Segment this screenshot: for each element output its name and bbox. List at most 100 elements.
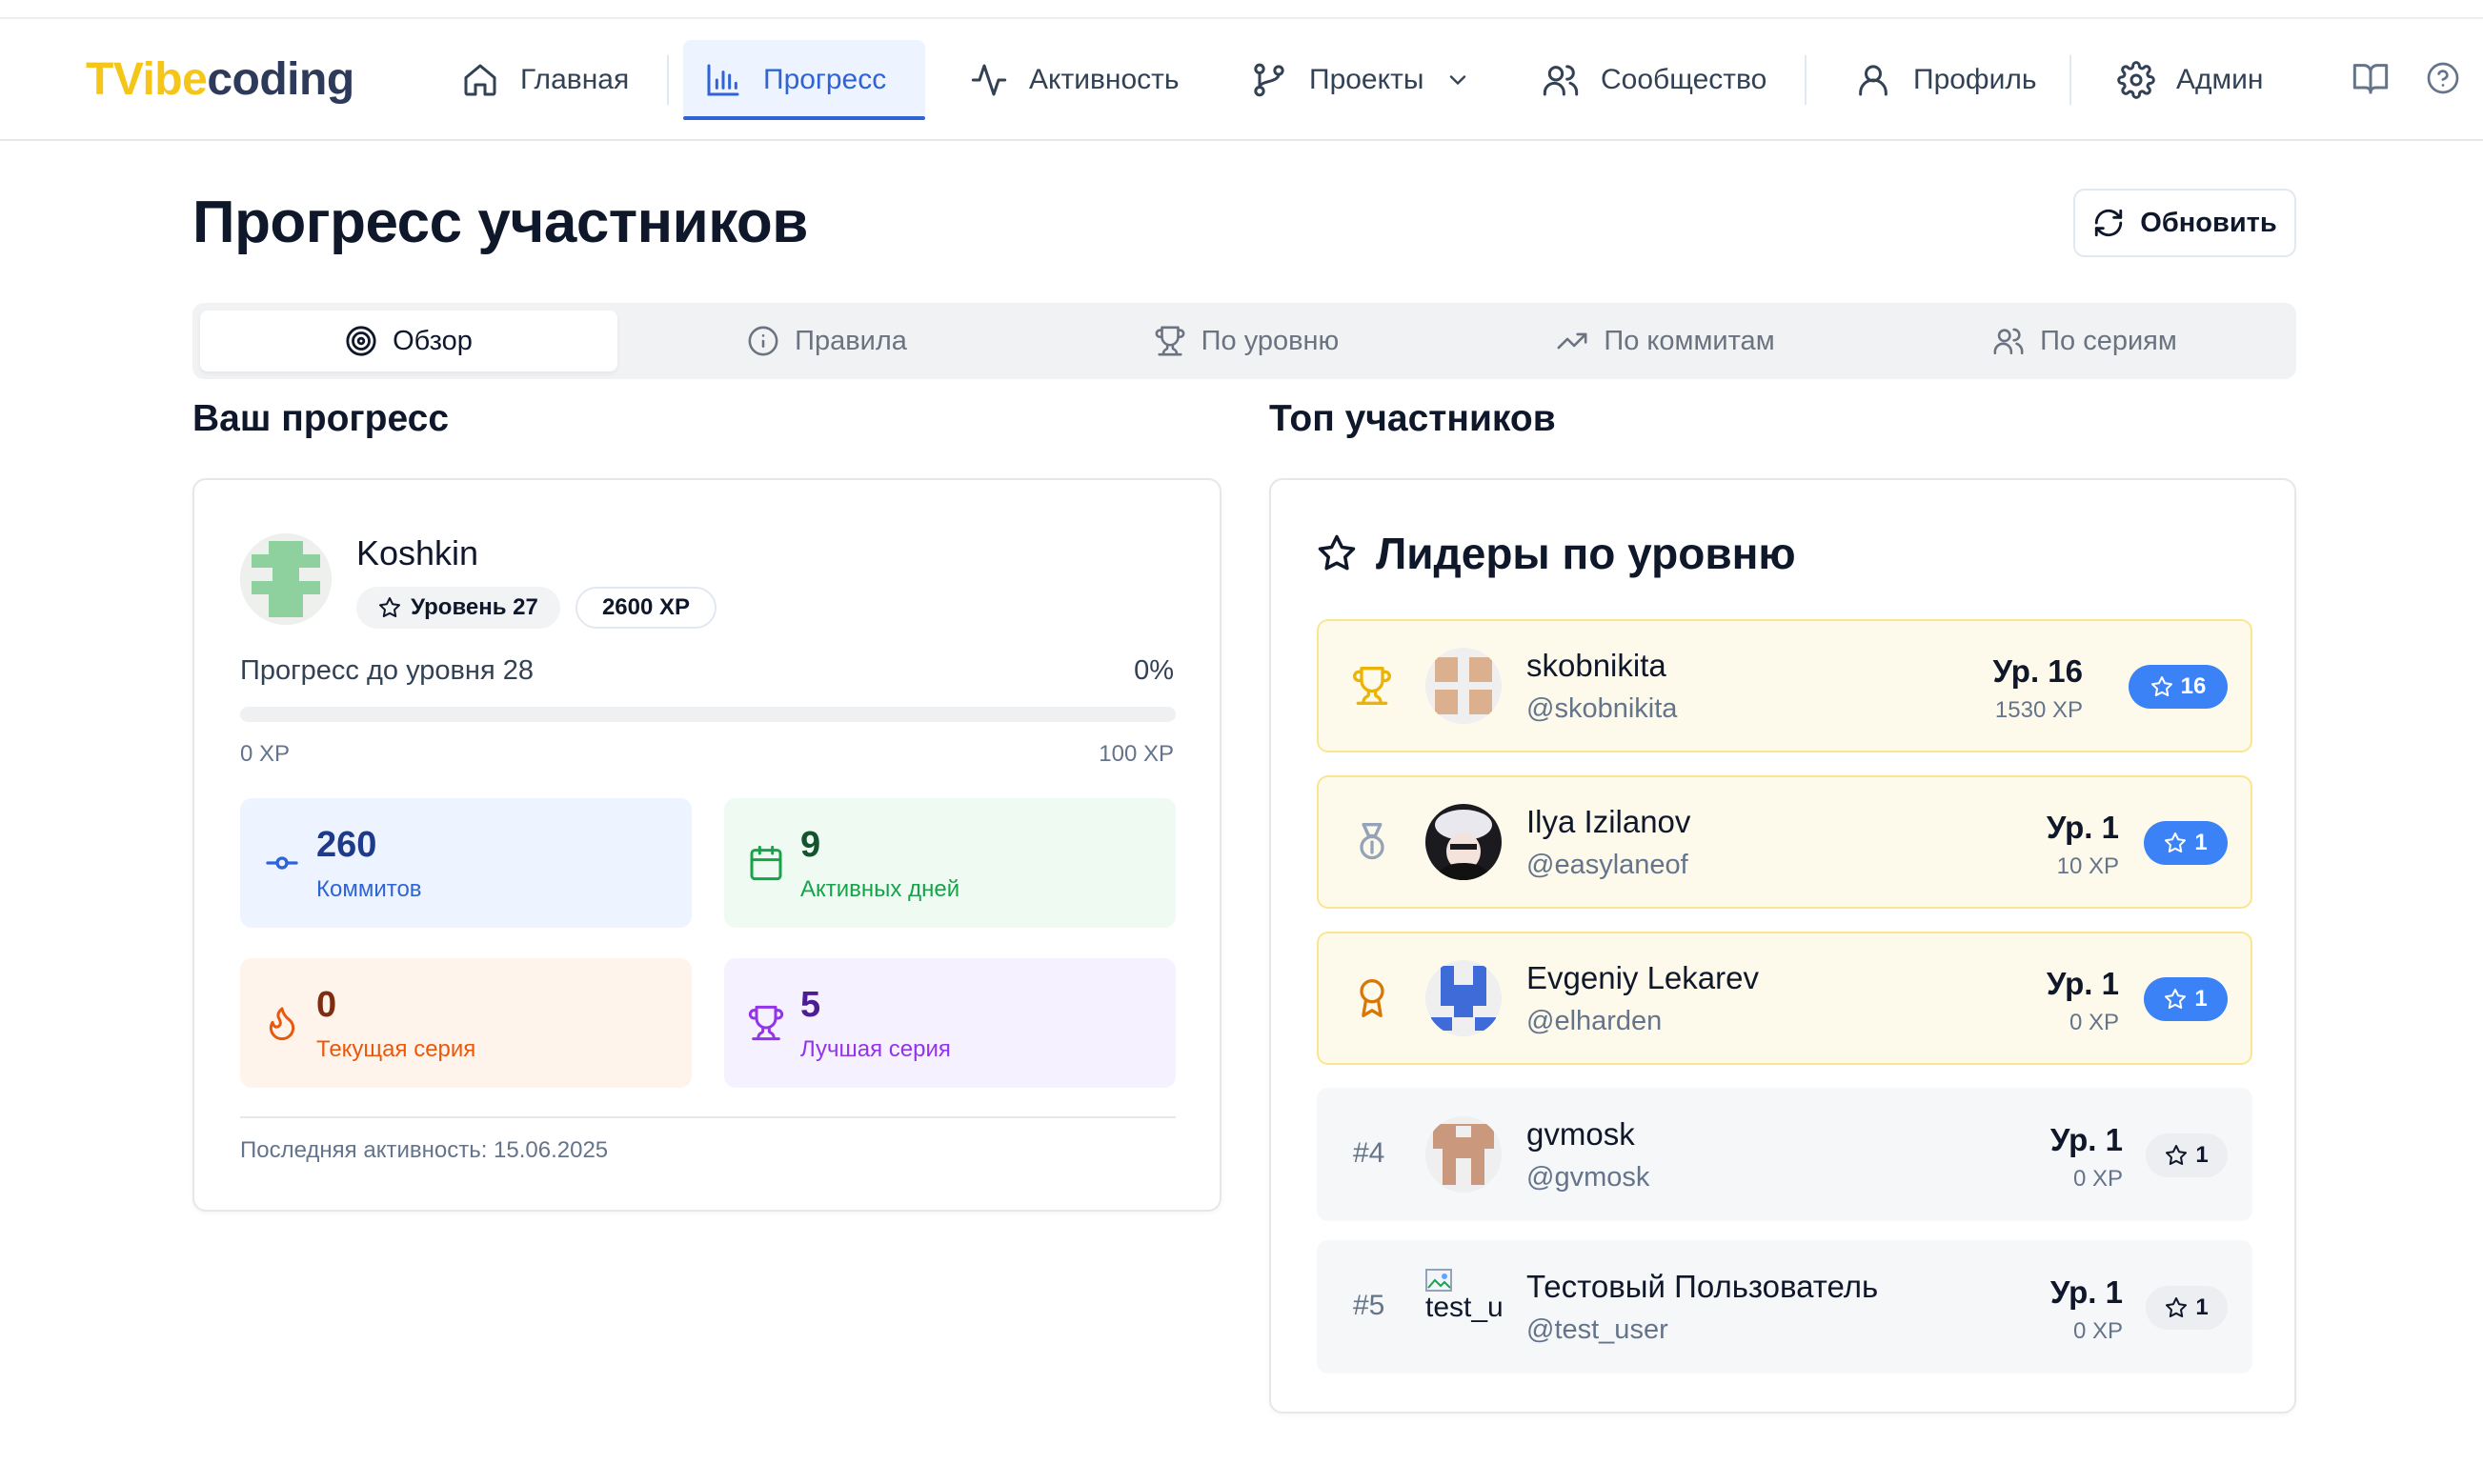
nav-progress[interactable]: Прогресс: [683, 40, 925, 120]
refresh-button[interactable]: Обновить: [2073, 189, 2296, 257]
book-open-icon[interactable]: [2352, 59, 2390, 97]
leader-handle: @elharden: [1526, 1006, 1663, 1036]
tab-overview-label: Обзор: [393, 325, 473, 356]
info-icon: [748, 326, 778, 356]
tab-by-commits[interactable]: По коммитам: [1456, 311, 1875, 371]
avatar-photo: [1425, 804, 1502, 880]
leader-xp: 1530 XP: [1994, 697, 2083, 723]
app-header: TVibecoding Главная Прогресс Активность …: [0, 19, 2483, 141]
git-commit-icon: [266, 856, 298, 870]
level-pill-label: 1: [2195, 1142, 2209, 1168]
leader-name: skobnikita: [1526, 648, 1666, 683]
award-icon: [1360, 979, 1384, 1017]
tab-by-streaks-label: По сериям: [2040, 325, 2177, 356]
nav-progress-label: Прогресс: [763, 64, 887, 95]
nav-home[interactable]: Главная: [440, 40, 650, 120]
leaders-title-label: Лидеры по уровню: [1376, 529, 1796, 578]
level-pill: 1: [2146, 1133, 2228, 1177]
level-pill-label: 1: [2195, 1294, 2209, 1320]
activity-icon: [971, 64, 1007, 96]
tab-by-commits-label: По коммитам: [1604, 325, 1775, 356]
identicon-avatar: [1425, 960, 1502, 1036]
divider: [240, 1116, 1176, 1118]
current-streak-label: Текущая серия: [316, 1036, 476, 1062]
star-icon: [1318, 534, 1356, 571]
last-activity: Последняя активность: 15.06.2025: [240, 1137, 609, 1163]
page-title: Прогресс участников: [192, 190, 808, 255]
leader-xp: 0 XP: [2072, 1166, 2123, 1192]
git-branch-icon: [1254, 63, 1284, 97]
nav-projects[interactable]: Проекты: [1229, 40, 1492, 120]
nav-admin[interactable]: Админ: [2096, 40, 2284, 120]
leader-handle: @gvmosk: [1526, 1162, 1650, 1193]
commits-value: 260: [316, 825, 377, 865]
active-days-value: 9: [800, 825, 821, 865]
nav-home-label: Главная: [520, 64, 630, 95]
chevron-down-icon: [1450, 75, 1466, 86]
star-icon: [2166, 1297, 2188, 1317]
xp-max: 100 XP: [1099, 741, 1174, 767]
stat-active-days: 9 Активных дней: [724, 798, 1176, 928]
level-pill-label: 1: [2194, 986, 2208, 1012]
leader-handle: @skobnikita: [1526, 693, 1678, 724]
star-icon: [2165, 989, 2187, 1009]
level-pill: 16: [2129, 665, 2228, 709]
current-streak-value: 0: [316, 985, 337, 1025]
tab-overview[interactable]: Обзор: [200, 311, 617, 371]
nav-profile-label: Профиль: [1913, 64, 2037, 95]
users-icon: [1543, 65, 1579, 96]
target-icon: [346, 326, 376, 356]
tab-rules[interactable]: Правила: [617, 311, 1037, 371]
tab-by-level-label: По уровню: [1201, 325, 1340, 356]
leaders-title: Лидеры по уровню: [1317, 528, 1796, 579]
level-pill: 1: [2146, 1286, 2228, 1330]
leader-row[interactable]: skobnikita @skobnikita Ур. 16 1530 XP 16: [1317, 619, 2252, 752]
best-streak-label: Лучшая серия: [800, 1036, 951, 1062]
level-badge-label: Уровень 27: [411, 594, 538, 620]
nav-admin-label: Админ: [2176, 64, 2264, 95]
refresh-icon: [2095, 209, 2123, 237]
tab-by-level[interactable]: По уровню: [1037, 311, 1456, 371]
leader-level: Ур. 16: [1992, 653, 2083, 689]
leader-level: Ур. 1: [2049, 1274, 2123, 1310]
leader-row[interactable]: Ilya Izilanov @easylaneof Ур. 1 10 XP 1: [1317, 775, 2252, 909]
leader-name: gvmosk: [1526, 1116, 1635, 1152]
stat-current-streak: 0 Текущая серия: [240, 958, 692, 1088]
star-icon: [379, 597, 401, 617]
identicon-avatar: [240, 533, 332, 625]
top-border: [0, 0, 2483, 19]
identicon-avatar: [1425, 648, 1502, 724]
avatar: [240, 533, 332, 625]
top-participants-title: Топ участников: [1269, 398, 1556, 439]
nav-community-label: Сообщество: [1601, 64, 1767, 95]
level-pill-label: 16: [2180, 673, 2207, 699]
user-name: Koshkin: [356, 533, 479, 572]
leader-name: Evgeniy Lekarev: [1526, 960, 1759, 995]
users-icon: [1993, 328, 2024, 355]
flame-icon: [269, 1007, 295, 1041]
help-circle-icon[interactable]: [2426, 61, 2460, 95]
trophy-icon: [748, 1005, 784, 1041]
leader-row[interactable]: #5 test_user Тестовый Пользователь @test…: [1317, 1240, 2252, 1374]
tab-by-streaks[interactable]: По сериям: [1875, 311, 2294, 371]
nav-activity[interactable]: Активность: [949, 40, 1201, 120]
your-progress-card: Koshkin Уровень 27 2600 XP Прогресс до у…: [192, 478, 1221, 1212]
home-icon: [464, 64, 496, 96]
leader-level: Ур. 1: [2049, 1122, 2123, 1157]
trophy-icon: [1155, 326, 1185, 356]
broken-image-icon: [1425, 1269, 1452, 1292]
leader-handle: @test_user: [1526, 1314, 1668, 1345]
stat-best-streak: 5 Лучшая серия: [724, 958, 1176, 1088]
rank-number: #5: [1353, 1290, 1385, 1321]
star-icon: [2150, 676, 2172, 696]
star-icon: [2165, 832, 2187, 852]
nav-profile[interactable]: Профиль: [1833, 40, 2058, 120]
nav-community[interactable]: Сообщество: [1521, 40, 1787, 120]
logo[interactable]: TVibecoding: [86, 53, 354, 106]
progress-percent: 0%: [1134, 655, 1174, 686]
medal-icon: [1360, 823, 1384, 860]
leader-row[interactable]: Evgeniy Lekarev @elharden Ур. 1 0 XP 1: [1317, 932, 2252, 1065]
level-pill-label: 1: [2194, 830, 2208, 855]
leader-row[interactable]: #4 gvmosk @gvmosk Ур. 1 0 XP 1: [1317, 1088, 2252, 1221]
progress-bar: [240, 707, 1176, 722]
